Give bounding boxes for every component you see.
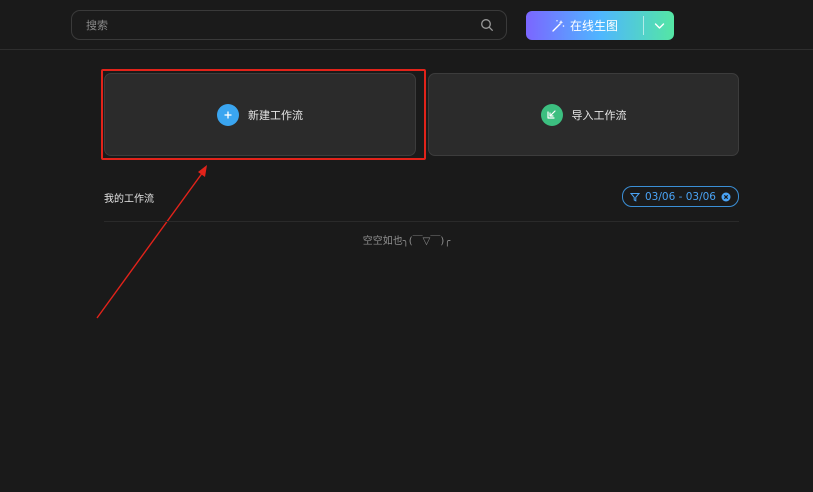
import-workflow-label: 导入工作流	[571, 108, 627, 122]
import-icon	[540, 103, 563, 126]
new-workflow-label: 新建工作流	[248, 108, 303, 122]
my-workflows-title: 我的工作流	[104, 194, 154, 205]
empty-state-text: 空空如也╮(￣▽￣)╭	[362, 236, 451, 247]
date-filter-chip[interactable]: 03/06 - 03/06	[622, 186, 739, 207]
divider	[104, 221, 739, 222]
chevron-down-icon	[654, 22, 664, 29]
search-box[interactable]	[71, 10, 507, 40]
filter-icon	[630, 192, 640, 202]
search-icon[interactable]	[480, 18, 494, 32]
date-range-text: 03/06 - 03/06	[645, 190, 716, 203]
generate-dropdown-button[interactable]	[644, 11, 674, 40]
new-workflow-card[interactable]: 新建工作流	[104, 73, 416, 156]
search-input[interactable]	[72, 11, 476, 39]
online-generate-label: 在线生图	[569, 19, 618, 33]
magic-wand-icon	[552, 19, 565, 32]
plus-icon	[217, 103, 239, 126]
online-generate-button[interactable]: 在线生图	[526, 11, 643, 40]
online-generate-button-group: 在线生图	[526, 11, 674, 40]
import-workflow-card[interactable]: 导入工作流	[428, 73, 739, 156]
clear-icon[interactable]	[721, 192, 731, 202]
top-bar: 在线生图	[0, 0, 813, 50]
